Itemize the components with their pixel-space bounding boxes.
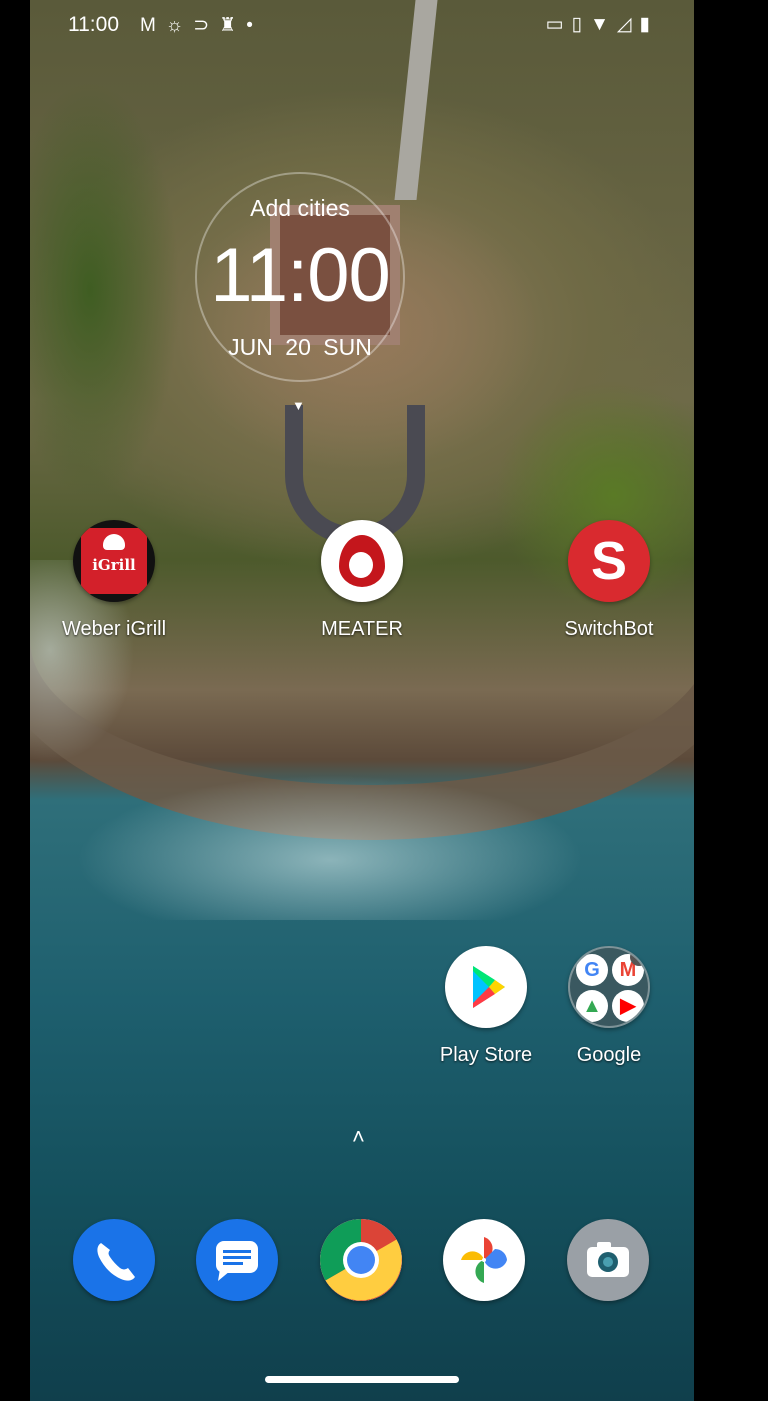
notification-icons: M☼⊃♜• [140, 14, 263, 37]
switchbot-icon: S [568, 520, 650, 602]
app-label: Weber iGrill [61, 618, 167, 640]
wifi-icon: ▼ [590, 14, 617, 35]
camera-icon[interactable] [567, 1219, 649, 1301]
app-label: SwitchBot [564, 618, 654, 640]
signal-icon: ◿ [616, 14, 640, 35]
google-folder-icon: G M ▲ ▶ [568, 946, 650, 1028]
igrill-icon: iGrill [73, 520, 155, 602]
gesture-nav-handle[interactable] [265, 1376, 459, 1383]
media-icon: ⊃ [193, 15, 220, 36]
add-cities-link[interactable]: Add cities [195, 195, 405, 222]
brightness-icon: ☼ [165, 15, 194, 36]
status-time: 11:00 [68, 13, 119, 36]
battery-icon: ▮ [639, 14, 658, 35]
youtube-icon: ▶ [612, 990, 644, 1022]
vibrate-icon: ▯ [571, 14, 591, 35]
messages-icon[interactable] [196, 1219, 278, 1301]
meater-icon [321, 520, 403, 602]
app-label: Play Store [439, 1044, 533, 1066]
notification-dot [630, 948, 648, 966]
cast-icon: ▭ [545, 14, 572, 35]
photos-icon[interactable] [443, 1219, 525, 1301]
play-store-icon [445, 946, 527, 1028]
status-bar: 11:00 M☼⊃♜• ▭▯▼◿▮ [30, 0, 694, 52]
clock-time[interactable]: 11:00 [195, 232, 405, 319]
chrome-icon[interactable] [320, 1219, 402, 1301]
home-screen: 11:00 M☼⊃♜• ▭▯▼◿▮ Add cities 11:00 JUN 2… [30, 0, 694, 1401]
app-weber-igrill[interactable]: iGrill Weber iGrill [44, 520, 184, 641]
system-icons: ▭▯▼◿▮ [546, 13, 658, 36]
clock-date[interactable]: JUN 20 SUN [195, 334, 405, 361]
phone-icon[interactable] [73, 1219, 155, 1301]
drive-icon: ▲ [576, 990, 608, 1022]
cone-icon: ♜ [219, 15, 247, 36]
wallpaper-grass [30, 80, 180, 500]
app-label: MEATER [321, 618, 403, 640]
google-icon: G [576, 954, 608, 986]
gmail-icon: M [140, 15, 166, 36]
app-label: Google [576, 1044, 642, 1066]
app-play-store[interactable]: Play Store [416, 946, 556, 1067]
dot-icon: • [246, 15, 263, 36]
app-switchbot[interactable]: S SwitchBot [539, 520, 679, 641]
app-drawer-arrow-icon[interactable]: ˄ [352, 1124, 365, 1150]
folder-google[interactable]: G M ▲ ▶ Google [539, 946, 679, 1067]
caret-down-icon[interactable]: ▼ [292, 398, 305, 413]
app-meater[interactable]: MEATER [292, 520, 432, 641]
